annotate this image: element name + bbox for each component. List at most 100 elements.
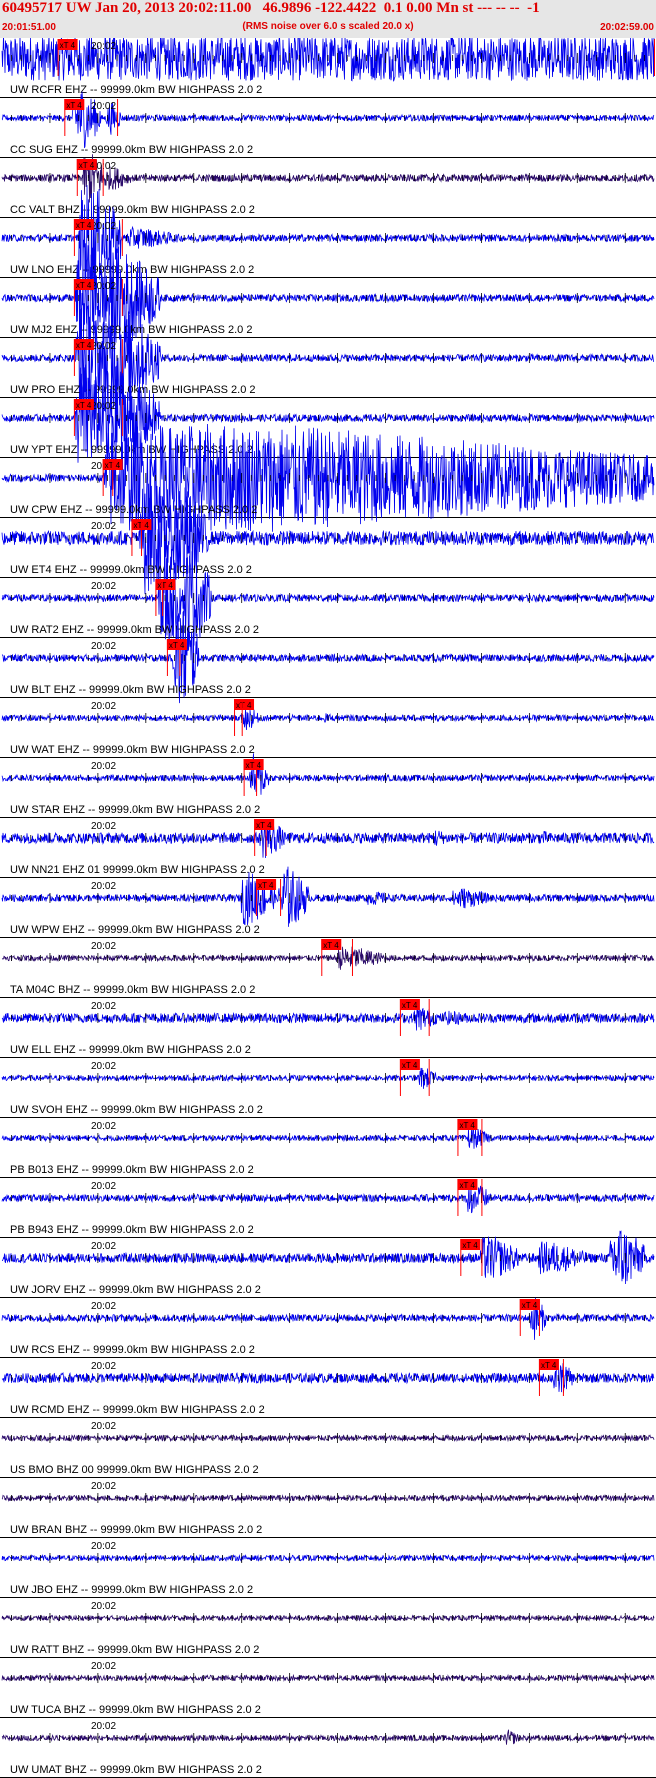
time-label: 20:02 <box>91 641 116 652</box>
pick-label: xT 4 <box>66 101 82 110</box>
time-label: 20:02 <box>91 1421 116 1432</box>
channel-label: UW CPW EHZ -- 99999.0km BW HIGHPASS 2.0 … <box>10 504 257 516</box>
channel-label: UW UMAT BHZ -- 99999.0km BW HIGHPASS 2.0… <box>10 1764 262 1776</box>
trace-channel: UW JBO EHZ -- 99999.0km BW HIGHPASS 2.0 … <box>0 1541 656 1598</box>
trace-channel: UW RATT BHZ -- 99999.0km BW HIGHPASS 2.0… <box>0 1601 656 1658</box>
channel-label: UW JORV EHZ -- 99999.0km BW HIGHPASS 2.0… <box>10 1284 261 1296</box>
trace-channel: UW LNO EHZ -- 99999.0km BW HIGHPASS 2.0 … <box>0 185 656 292</box>
channel-label: UW RCS EHZ -- 99999.0km BW HIGHPASS 2.0 … <box>10 1344 255 1356</box>
time-label: 20:02 <box>91 941 116 952</box>
time-label: 20:02 <box>91 761 116 772</box>
pick-label: xT 4 <box>462 1241 478 1250</box>
pick-label: xT 4 <box>459 1121 475 1130</box>
trace-channel: UW UMAT BHZ -- 99999.0km BW HIGHPASS 2.0… <box>0 1721 656 1778</box>
pick-label: xT 4 <box>169 641 185 650</box>
time-label: 20:02 <box>91 401 116 412</box>
waveform <box>1 753 655 795</box>
trace-channel: UW ELL EHZ -- 99999.0km BW HIGHPASS 2.0 … <box>0 999 656 1058</box>
trace-channel: PB B943 EHZ -- 99999.0km BW HIGHPASS 2.0… <box>0 1179 656 1238</box>
channel-label: PB B013 EHZ -- 99999.0km BW HIGHPASS 2.0… <box>10 1164 254 1176</box>
channel-label: UW STAR EHZ -- 99999.0km BW HIGHPASS 2.0… <box>10 804 260 816</box>
channel-label: UW ET4 EHZ -- 99999.0km BW HIGHPASS 2.0 … <box>10 564 252 576</box>
channel-label: UW RCMD EHZ -- 99999.0km BW HIGHPASS 2.0… <box>10 1404 265 1416</box>
time-label: 20:02 <box>91 701 116 712</box>
channel-label: UW LNO EHZ -- 99999.0km BW HIGHPASS 2.0 … <box>10 264 254 276</box>
trace-channel: UW JORV EHZ -- 99999.0km BW HIGHPASS 2.0… <box>0 1230 656 1298</box>
channel-label: UW PRO EHZ -- 99999.0km BW HIGHPASS 2.0 … <box>10 384 256 396</box>
channel-label: CC VALT BHZ -- 99999.0km BW HIGHPASS 2.0… <box>10 204 255 216</box>
channel-label: TA M04C BHZ -- 99999.0km BW HIGHPASS 2.0… <box>10 984 255 996</box>
channel-label: UW BRAN BHZ -- 99999.0km BW HIGHPASS 2.0… <box>10 1524 262 1536</box>
pick-label: xT 4 <box>76 341 92 350</box>
trace-channel: UW RCFR EHZ -- 99999.0km BW HIGHPASS 2.0… <box>0 38 656 98</box>
pick-label: xT 4 <box>256 821 272 830</box>
channel-label: UW SVOH EHZ -- 99999.0km BW HIGHPASS 2.0… <box>10 1104 263 1116</box>
channel-label: US BMO BHZ 00 99999.0km BW HIGHPASS 2.0 … <box>10 1464 259 1476</box>
time-label: 20:02 <box>91 341 116 352</box>
time-label: 20:02 <box>91 1361 116 1372</box>
time-end: 20:02:59.00 <box>600 22 654 33</box>
pick-label: xT 4 <box>246 761 262 770</box>
rms-note: (RMS noise over 6.0 s scaled 20.0 x) <box>242 21 414 32</box>
channel-label: UW WPW EHZ -- 99999.0km BW HIGHPASS 2.0 … <box>10 924 260 936</box>
time-label: 20:02 <box>91 521 116 532</box>
pick-label: xT 4 <box>402 1001 418 1010</box>
pick-label: xT 4 <box>76 401 92 410</box>
trace-channel: TA M04C BHZ -- 99999.0km BW HIGHPASS 2.0… <box>0 939 656 998</box>
channel-label: UW RATT BHZ -- 99999.0km BW HIGHPASS 2.0… <box>10 1644 259 1656</box>
pick-label: xT 4 <box>522 1301 538 1310</box>
channel-label: UW BLT EHZ -- 99999.0km BW HIGHPASS 2.0 … <box>10 684 251 696</box>
channel-label: UW ELL EHZ -- 99999.0km BW HIGHPASS 2.0 … <box>10 1044 251 1056</box>
trace-channel: UW NN21 EHZ 01 99999.0km BW HIGHPASS 2.0… <box>0 819 656 878</box>
channel-label: UW TUCA BHZ -- 99999.0km BW HIGHPASS 2.0… <box>10 1704 261 1716</box>
trace-channel: UW STAR EHZ -- 99999.0km BW HIGHPASS 2.0… <box>0 753 656 818</box>
trace-channel: CC SUG EHZ -- 99999.0km BW HIGHPASS 2.0 … <box>0 91 656 158</box>
time-label: 20:02 <box>91 1121 116 1132</box>
time-label: 20:02 <box>91 1181 116 1192</box>
time-label: 20:02 <box>91 1481 116 1492</box>
trace-channel: UW BRAN BHZ -- 99999.0km BW HIGHPASS 2.0… <box>0 1481 656 1538</box>
channel-label: UW MJ2 EHZ -- 99999.0km BW HIGHPASS 2.0 … <box>10 324 252 336</box>
time-label: 20:02 <box>91 1661 116 1672</box>
time-label: 20:02 <box>91 1061 116 1072</box>
channel-label: UW WAT EHZ -- 99999.0km BW HIGHPASS 2.0 … <box>10 744 255 756</box>
trace-channel: UW RCMD EHZ -- 99999.0km BW HIGHPASS 2.0… <box>0 1358 656 1418</box>
event-title: 60495717 UW Jan 20, 2013 20:02:11.00 46.… <box>2 0 540 16</box>
trace-channel: PB B013 EHZ -- 99999.0km BW HIGHPASS 2.0… <box>0 1119 656 1178</box>
time-label: 20:02 <box>91 581 116 592</box>
channel-label: UW NN21 EHZ 01 99999.0km BW HIGHPASS 2.0… <box>10 864 265 876</box>
pick-label: xT 4 <box>258 881 274 890</box>
time-label: 20:02 <box>91 281 116 292</box>
trace-channel: UW MJ2 EHZ -- 99999.0km BW HIGHPASS 2.0 … <box>0 241 656 352</box>
pick-label: xT 4 <box>236 701 252 710</box>
trace-channel: UW SVOH EHZ -- 99999.0km BW HIGHPASS 2.0… <box>0 1059 656 1118</box>
time-label: 20:02 <box>91 41 116 52</box>
pick-label: xT 4 <box>402 1061 418 1070</box>
pick-label: xT 4 <box>541 1361 557 1370</box>
channel-label: UW JBO EHZ -- 99999.0km BW HIGHPASS 2.0 … <box>10 1584 253 1596</box>
trace-channel: UW RCS EHZ -- 99999.0km BW HIGHPASS 2.0 … <box>0 1297 656 1358</box>
trace-channel: UW WAT EHZ -- 99999.0km BW HIGHPASS 2.0 … <box>0 699 656 758</box>
time-label: 20:02 <box>91 1241 116 1252</box>
pick-label: xT 4 <box>76 221 92 230</box>
header-bar: 60495717 UW Jan 20, 2013 20:02:11.00 46.… <box>0 0 656 38</box>
pick-label: xT 4 <box>60 41 76 50</box>
time-label: 20:02 <box>91 821 116 832</box>
pick-label: xT 4 <box>323 941 339 950</box>
time-label: 20:02 <box>91 101 116 112</box>
time-label: 20:02 <box>91 881 116 892</box>
time-label: 20:02 <box>91 221 116 232</box>
pick-label: xT 4 <box>157 581 173 590</box>
time-label: 20:02 <box>91 1001 116 1012</box>
pick-label: xT 4 <box>459 1181 475 1190</box>
pick-label: xT 4 <box>79 161 95 170</box>
seismogram-plot: UW RCFR EHZ -- 99999.0km BW HIGHPASS 2.0… <box>0 38 656 1778</box>
pick-label: xT 4 <box>76 281 92 290</box>
time-label: 20:02 <box>91 1541 116 1552</box>
channel-label: CC SUG EHZ -- 99999.0km BW HIGHPASS 2.0 … <box>10 144 253 156</box>
time-label: 20:02 <box>91 1601 116 1612</box>
trace-channel: UW TUCA BHZ -- 99999.0km BW HIGHPASS 2.0… <box>0 1661 656 1718</box>
time-label: 20:02 <box>91 1721 116 1732</box>
channel-label: UW RCFR EHZ -- 99999.0km BW HIGHPASS 2.0… <box>10 84 262 96</box>
channel-label: UW RAT2 EHZ -- 99999.0km BW HIGHPASS 2.0… <box>10 624 259 636</box>
